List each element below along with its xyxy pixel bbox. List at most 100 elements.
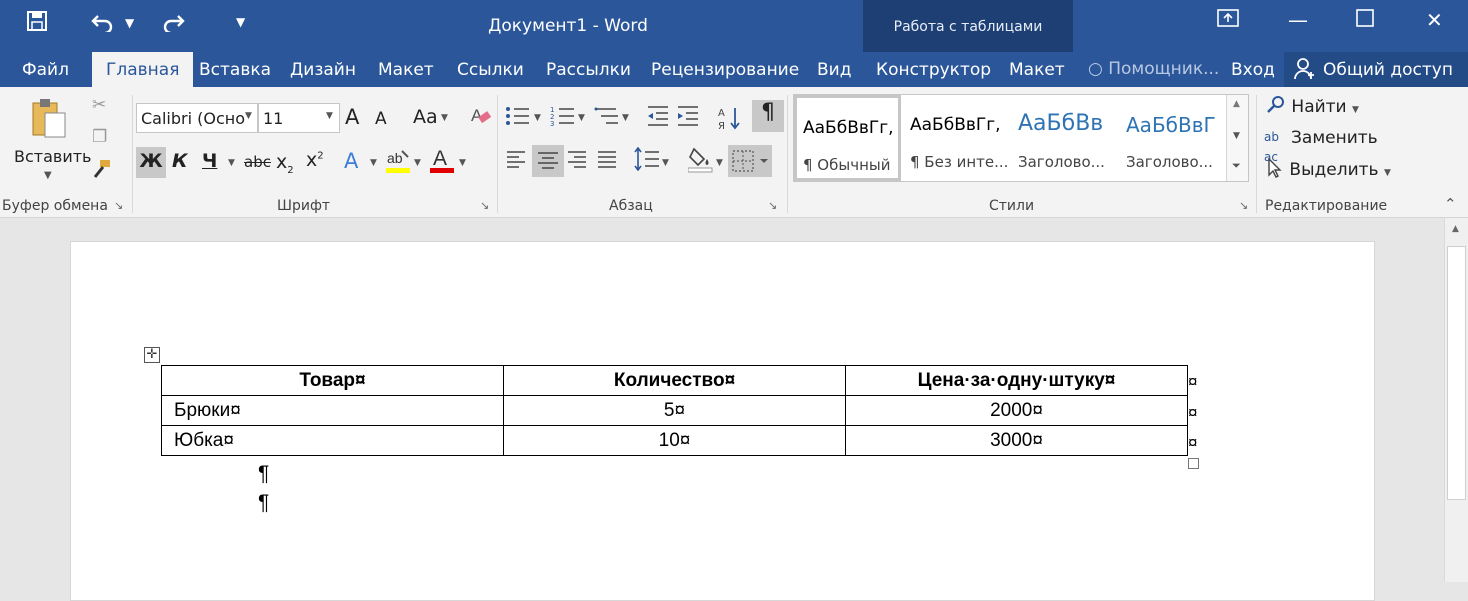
shading-icon[interactable] — [687, 145, 714, 178]
clipboard-launcher-icon[interactable]: ↘ — [114, 199, 123, 212]
line-spacing-icon[interactable] — [634, 146, 660, 176]
table-cell[interactable]: 2000¤ — [845, 395, 1188, 426]
bullets-icon[interactable] — [505, 105, 531, 132]
multilevel-dropdown-icon[interactable]: ▼ — [622, 113, 629, 123]
replace-label[interactable]: Заменить — [1291, 128, 1378, 148]
tab-insert[interactable]: Вставка — [199, 60, 271, 80]
font-launcher-icon[interactable]: ↘ — [480, 199, 489, 212]
text-effects-icon[interactable]: A — [344, 149, 358, 173]
copy-icon[interactable]: ❐ — [92, 127, 107, 147]
header-cell-product[interactable]: Товар¤ — [161, 365, 504, 396]
tell-me-box[interactable]: ○ Помощник... — [1088, 59, 1219, 79]
line-spacing-dropdown-icon[interactable]: ▼ — [662, 158, 669, 168]
ribbon-display-icon[interactable] — [1217, 8, 1239, 33]
table-cell[interactable]: 5¤ — [503, 395, 846, 426]
change-case-icon[interactable]: Aa — [413, 106, 438, 128]
gallery-down-icon[interactable]: ▼ — [1233, 131, 1240, 141]
data-table[interactable]: Товар¤ Количество¤ Цена·за·одну·штуку¤ Б… — [161, 365, 1188, 456]
show-formatting-button[interactable]: ¶ — [752, 100, 784, 132]
change-case-dropdown-icon[interactable]: ▼ — [441, 113, 448, 123]
font-name-field[interactable]: Calibri (Осно — [136, 103, 258, 133]
paste-icon[interactable] — [30, 97, 70, 144]
font-size-dropdown-icon[interactable]: ▼ — [326, 111, 333, 121]
clear-formatting-icon[interactable]: A — [470, 104, 492, 133]
grow-font-icon[interactable]: A — [345, 105, 359, 129]
text-effects-dropdown-icon[interactable]: ▼ — [370, 158, 377, 168]
paragraph-mark[interactable]: ¶ — [258, 491, 269, 515]
numbering-icon[interactable]: 123 — [550, 105, 576, 132]
highlight-dropdown-icon[interactable]: ▼ — [414, 158, 421, 168]
multilevel-list-icon[interactable] — [594, 105, 620, 132]
styles-launcher-icon[interactable]: ↘ — [1239, 199, 1248, 212]
style-no-spacing[interactable]: АаБбВвГг, ¶ Без инте... — [904, 95, 1011, 181]
table-move-handle-icon[interactable]: ✛ — [144, 347, 160, 363]
header-cell-quantity[interactable]: Количество¤ — [503, 365, 846, 396]
numbering-dropdown-icon[interactable]: ▼ — [578, 113, 585, 123]
header-cell-price[interactable]: Цена·за·одну·штуку¤ — [845, 365, 1188, 396]
table-cell[interactable]: 10¤ — [503, 425, 846, 456]
subscript-icon[interactable]: x2 — [276, 151, 294, 176]
bullets-dropdown-icon[interactable]: ▼ — [534, 113, 541, 123]
ribbon: Вставить ▼ ✂ ❐ Буфер обмена ↘ Calibri (О… — [0, 87, 1468, 218]
justify-icon[interactable] — [596, 149, 618, 176]
find-button[interactable]: Найти ▼ — [1266, 95, 1359, 117]
highlight-icon[interactable]: ab — [386, 147, 412, 180]
style-normal[interactable]: АаБбВвГг, ¶ Обычный — [794, 95, 901, 181]
font-color-dropdown-icon[interactable]: ▼ — [459, 158, 466, 168]
gallery-up-icon[interactable]: ▲ — [1233, 99, 1240, 109]
font-color-icon[interactable]: A — [430, 145, 456, 180]
paste-dropdown-icon[interactable]: ▼ — [44, 170, 52, 181]
tab-review[interactable]: Рецензирование — [651, 60, 799, 80]
tab-layout[interactable]: Макет — [378, 60, 434, 80]
paragraph-launcher-icon[interactable]: ↘ — [768, 199, 777, 212]
tab-table-layout[interactable]: Макет — [1009, 60, 1065, 80]
select-button[interactable]: Выделить ▼ — [1266, 157, 1391, 180]
paste-button[interactable]: Вставить — [14, 147, 91, 166]
font-name-dropdown-icon[interactable]: ▼ — [245, 111, 252, 121]
paragraph-mark[interactable]: ¶ — [258, 462, 269, 486]
format-painter-icon[interactable] — [90, 159, 112, 186]
align-center-button[interactable] — [532, 145, 564, 177]
collapse-ribbon-icon[interactable]: ⌃ — [1444, 195, 1457, 213]
underline-dropdown-icon[interactable]: ▼ — [228, 158, 235, 168]
strikethrough-button[interactable]: abc — [244, 153, 271, 171]
tab-file[interactable]: Файл — [22, 60, 69, 80]
table-cell[interactable]: Брюки¤ — [161, 395, 504, 426]
underline-button[interactable]: Ч — [202, 150, 217, 172]
sort-icon[interactable]: AЯ — [718, 105, 742, 136]
vertical-scrollbar[interactable]: ▲ — [1444, 218, 1468, 582]
italic-button[interactable]: К — [172, 150, 188, 172]
shrink-font-icon[interactable]: A — [375, 109, 387, 129]
table-cell[interactable]: 3000¤ — [845, 425, 1188, 456]
scroll-up-icon[interactable]: ▲ — [1452, 224, 1459, 234]
table-resize-handle[interactable] — [1188, 458, 1199, 469]
align-right-icon[interactable] — [566, 149, 588, 176]
table-cell[interactable]: Юбка¤ — [161, 425, 504, 456]
svg-text:3: 3 — [550, 120, 554, 127]
superscript-icon[interactable]: x2 — [306, 149, 324, 171]
tab-mailings[interactable]: Рассылки — [546, 60, 631, 80]
style-heading2[interactable]: АаБбВвГ Заголово... — [1120, 95, 1227, 181]
close-icon[interactable]: ✕ — [1426, 8, 1443, 32]
style-heading1[interactable]: АаБбВв Заголово... — [1012, 95, 1119, 181]
shading-dropdown-icon[interactable]: ▼ — [716, 158, 723, 168]
gallery-more-icon[interactable]: ⏷ — [1232, 159, 1241, 173]
signin-link[interactable]: Вход — [1231, 60, 1275, 80]
align-left-icon[interactable] — [505, 149, 527, 176]
minimize-icon[interactable]: — — [1288, 8, 1308, 32]
tab-view[interactable]: Вид — [817, 60, 851, 80]
tab-table-design[interactable]: Конструктор — [876, 60, 991, 80]
share-button[interactable]: Общий доступ — [1284, 52, 1468, 87]
cursor-icon — [1266, 157, 1289, 180]
tab-home[interactable]: Главная — [92, 52, 194, 87]
maximize-icon[interactable] — [1356, 8, 1374, 32]
tab-references[interactable]: Ссылки — [457, 60, 524, 80]
bold-button[interactable]: Ж — [136, 147, 166, 178]
document-page[interactable]: ✛ Товар¤ Количество¤ Цена·за·одну·штуку¤… — [70, 241, 1375, 601]
decrease-indent-icon[interactable] — [646, 105, 670, 132]
borders-button[interactable] — [728, 145, 772, 177]
scrollbar-thumb[interactable] — [1447, 246, 1466, 500]
cut-icon[interactable]: ✂ — [92, 95, 106, 115]
tab-design[interactable]: Дизайн — [290, 60, 356, 80]
increase-indent-icon[interactable] — [676, 105, 700, 132]
